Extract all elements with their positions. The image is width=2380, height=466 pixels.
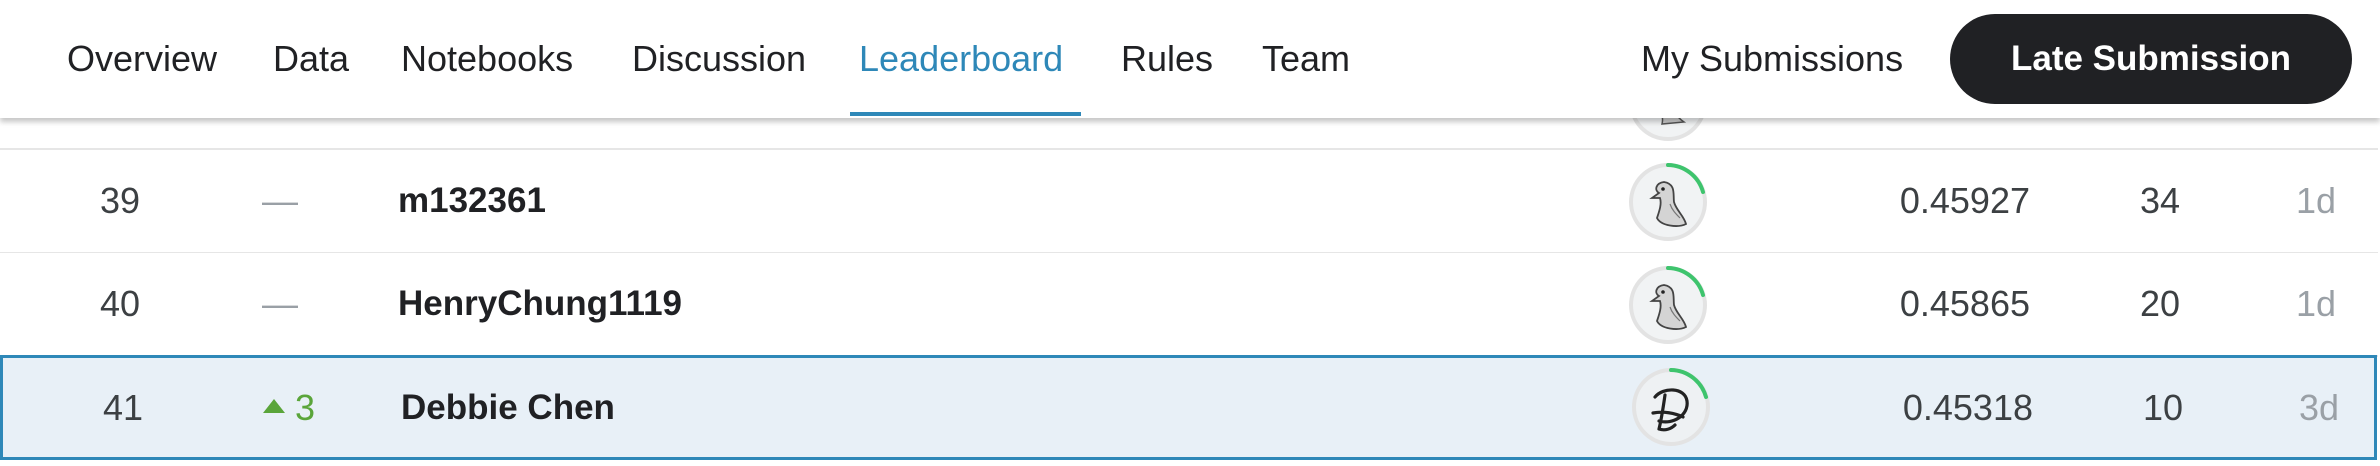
goose-avatar-icon[interactable] xyxy=(1626,263,1710,347)
late-submission-button[interactable]: Late Submission xyxy=(1950,14,2352,104)
active-tab-indicator xyxy=(850,112,1081,116)
rank-cell: 40 xyxy=(99,283,141,324)
entries-cell: 34 xyxy=(2139,180,2180,221)
my-submissions-link[interactable]: My Submissions xyxy=(1641,34,1903,84)
team-name-link[interactable]: Debbie Chen xyxy=(401,358,615,457)
entries-cell: 20 xyxy=(2139,283,2180,324)
table-row-current-user[interactable]: 41 3 Debbie Chen 0.45318 10 3d xyxy=(0,355,2377,460)
initials-avatar-icon[interactable] xyxy=(1629,365,1713,449)
rank-change-value: 3 xyxy=(294,387,316,428)
team-name-link[interactable]: HenryChung1119 xyxy=(398,253,682,355)
table-row[interactable]: 39 — m132361 0.45927 34 1d xyxy=(0,150,2378,254)
rank-up-arrow-icon xyxy=(262,399,285,414)
tab-notebooks[interactable]: Notebooks xyxy=(401,34,573,84)
tab-overview[interactable]: Overview xyxy=(67,34,217,84)
last-submission-cell: 3d xyxy=(2298,387,2339,428)
tab-discussion[interactable]: Discussion xyxy=(632,34,806,84)
table-row[interactable]: 40 — HenryChung1119 0.45865 20 1d xyxy=(0,253,2378,357)
score-cell: 0.45318 xyxy=(1902,387,2033,428)
score-cell: 0.45927 xyxy=(1899,180,2030,221)
team-name-link[interactable]: m132361 xyxy=(398,150,546,252)
last-submission-cell: 1d xyxy=(2295,283,2336,324)
tab-team[interactable]: Team xyxy=(1262,34,1350,84)
rank-change-cell: — xyxy=(262,180,298,221)
rank-change-cell: — xyxy=(262,283,298,324)
rank-cell: 41 xyxy=(102,387,144,428)
goose-avatar-icon[interactable] xyxy=(1626,160,1710,244)
rank-change-cell: 3 xyxy=(249,358,329,457)
tab-data[interactable]: Data xyxy=(273,34,349,84)
tab-leaderboard[interactable]: Leaderboard xyxy=(859,34,1063,84)
competition-nav-bar: Overview Data Notebooks Discussion Leade… xyxy=(0,0,2380,118)
last-submission-cell: 1d xyxy=(2295,180,2336,221)
score-cell: 0.45865 xyxy=(1899,283,2030,324)
entries-cell: 10 xyxy=(2142,387,2183,428)
tab-rules[interactable]: Rules xyxy=(1121,34,1213,84)
rank-cell: 39 xyxy=(99,180,141,221)
